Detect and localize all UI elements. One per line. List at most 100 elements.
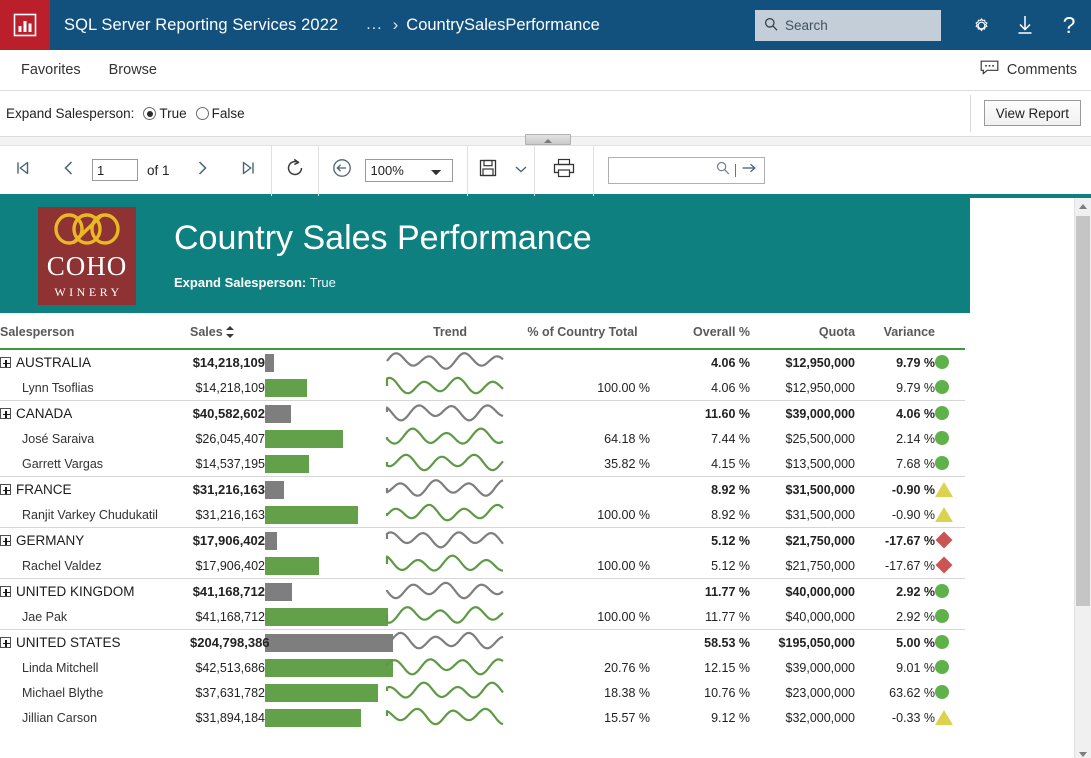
cell-salesperson-name[interactable]: Ranjit Varkey Chudukatil (0, 502, 190, 528)
table-row-country[interactable]: FRANCE$31,216,1638.92 %$31,500,000-0.90 … (0, 477, 965, 503)
scroll-up-button[interactable] (1075, 198, 1091, 215)
cell-country-name[interactable]: FRANCE (0, 477, 190, 503)
last-page-button[interactable] (225, 144, 271, 196)
cell-salesperson-name[interactable]: Rachel Valdez (0, 553, 190, 579)
column-header-quota[interactable]: Quota (750, 313, 855, 349)
table-row-salesperson[interactable]: José Saraiva$26,045,40764.18 %7.44 %$25,… (0, 426, 965, 451)
table-row-salesperson[interactable]: Garrett Vargas$14,537,19535.82 %4.15 %$1… (0, 451, 965, 477)
table-row-salesperson[interactable]: Linda Mitchell$42,513,68620.76 %12.15 %$… (0, 655, 965, 680)
previous-page-button[interactable] (46, 144, 92, 196)
breadcrumb-ellipsis[interactable]: ... (366, 16, 382, 34)
print-button[interactable] (535, 144, 593, 196)
expand-plus-icon[interactable] (0, 408, 11, 419)
cell-pct-of-country-total: 64.18 % (515, 426, 650, 451)
table-row-salesperson[interactable]: Lynn Tsoflias$14,218,109100.00 %4.06 %$1… (0, 375, 965, 401)
scroll-down-button[interactable] (1075, 746, 1091, 758)
refresh-button[interactable] (272, 144, 318, 196)
status-diamond-red-icon (936, 532, 953, 549)
export-save-button[interactable] (468, 144, 508, 196)
sales-bar (265, 557, 319, 575)
arrow-right-icon[interactable] (741, 161, 757, 180)
table-row-salesperson[interactable]: Ranjit Varkey Chudukatil$31,216,163100.0… (0, 502, 965, 528)
cell-variance: 2.92 % (855, 579, 935, 605)
cell-status-indicator (935, 579, 965, 605)
table-row-country[interactable]: AUSTRALIA$14,218,1094.06 %$12,950,0009.7… (0, 349, 965, 375)
table-row-salesperson[interactable]: Rachel Valdez$17,906,402100.00 %5.12 %$2… (0, 553, 965, 579)
search-input[interactable] (785, 18, 920, 33)
cell-salesperson-name[interactable]: Jillian Carson (0, 705, 190, 730)
table-row-country[interactable]: CANADA$40,582,60211.60 %$39,000,0004.06 … (0, 401, 965, 427)
cell-salesperson-name[interactable]: Michael Blythe (0, 680, 190, 705)
back-to-parent-button[interactable] (319, 144, 365, 196)
global-search-box[interactable] (755, 10, 941, 41)
expand-plus-icon[interactable] (0, 357, 11, 368)
expand-plus-icon[interactable] (0, 484, 11, 495)
toolbar-collapse-handle[interactable] (525, 134, 571, 145)
sales-bar (265, 481, 284, 499)
zoom-select[interactable]: 100% (365, 159, 453, 182)
cell-overall-pct: 11.77 % (650, 579, 750, 605)
cell-country-name[interactable]: GERMANY (0, 528, 190, 554)
cell-overall-pct: 4.06 % (650, 375, 750, 401)
cell-status-indicator (935, 604, 965, 630)
cell-pct-of-country-total: 18.38 % (515, 680, 650, 705)
cell-salesperson-name[interactable]: Garrett Vargas (0, 451, 190, 477)
next-page-button[interactable] (179, 144, 225, 196)
column-header-sales[interactable]: Sales (190, 313, 385, 349)
table-row-country[interactable]: GERMANY$17,906,4025.12 %$21,750,000-17.6… (0, 528, 965, 554)
scrollbar-thumb[interactable] (1076, 216, 1090, 606)
radio-true-icon[interactable] (143, 107, 156, 120)
settings-button[interactable] (959, 0, 1003, 50)
search-icon[interactable] (716, 161, 730, 180)
report-vertical-scrollbar[interactable] (1074, 198, 1091, 758)
row-label: José Saraiva (22, 432, 94, 446)
gear-icon (971, 15, 992, 36)
nav-item-favorites[interactable]: Favorites (7, 62, 95, 78)
parameter-option-true[interactable]: True (143, 106, 186, 121)
comments-button[interactable]: Comments (980, 60, 1077, 80)
product-title[interactable]: SQL Server Reporting Services 2022 (64, 16, 338, 35)
cell-country-name[interactable]: UNITED STATES (0, 630, 190, 656)
help-button[interactable]: ? (1047, 0, 1091, 50)
table-row-salesperson[interactable]: Michael Blythe$37,631,78218.38 %10.76 %$… (0, 680, 965, 705)
sort-arrows-icon[interactable] (226, 326, 235, 338)
find-input[interactable] (609, 162, 711, 179)
row-label: Linda Mitchell (22, 661, 98, 675)
expand-plus-icon[interactable] (0, 535, 11, 546)
column-header-pct-of-country-total[interactable]: % of Country Total (515, 313, 650, 349)
table-row-salesperson[interactable]: Jae Pak$41,168,712100.00 %11.77 %$40,000… (0, 604, 965, 630)
table-row-country[interactable]: UNITED STATES$204,798,38658.53 %$195,050… (0, 630, 965, 656)
cell-country-name[interactable]: UNITED KINGDOM (0, 579, 190, 605)
column-header-overall-pct[interactable]: Overall % (650, 313, 750, 349)
parameter-option-false[interactable]: False (196, 106, 245, 121)
column-header-trend[interactable]: Trend (385, 313, 515, 349)
table-row-country[interactable]: UNITED KINGDOM$41,168,71211.77 %$40,000,… (0, 579, 965, 605)
cell-pct-of-country-total (515, 528, 650, 554)
find-box[interactable] (608, 157, 765, 184)
cell-salesperson-name[interactable]: Linda Mitchell (0, 655, 190, 680)
status-circle-green-icon (935, 660, 949, 674)
cell-salesperson-name[interactable]: Lynn Tsoflias (0, 375, 190, 401)
app-logo-tile[interactable] (0, 0, 50, 50)
table-row-salesperson[interactable]: Jillian Carson$31,894,18415.57 %9.12 %$3… (0, 705, 965, 730)
nav-item-browse[interactable]: Browse (95, 62, 171, 78)
status-triangle-yellow-icon (935, 482, 953, 497)
cell-overall-pct: 5.12 % (650, 553, 750, 579)
cell-country-name[interactable]: AUSTRALIA (0, 349, 190, 375)
sales-bar (265, 659, 393, 677)
page-number-input[interactable] (92, 159, 138, 181)
column-header-variance[interactable]: Variance (855, 313, 935, 349)
cell-country-name[interactable]: CANADA (0, 401, 190, 427)
expand-plus-icon[interactable] (0, 637, 11, 648)
expand-plus-icon[interactable] (0, 586, 11, 597)
view-report-button[interactable]: View Report (984, 100, 1081, 126)
column-header-salesperson[interactable]: Salesperson (0, 313, 190, 349)
download-button[interactable] (1003, 0, 1047, 50)
cell-salesperson-name[interactable]: José Saraiva (0, 426, 190, 451)
first-page-button[interactable] (0, 144, 46, 196)
radio-false-icon[interactable] (196, 107, 209, 120)
cell-status-indicator (935, 426, 965, 451)
cell-salesperson-name[interactable]: Jae Pak (0, 604, 190, 630)
export-dropdown-button[interactable] (508, 144, 534, 196)
status-circle-green-icon (935, 380, 949, 394)
